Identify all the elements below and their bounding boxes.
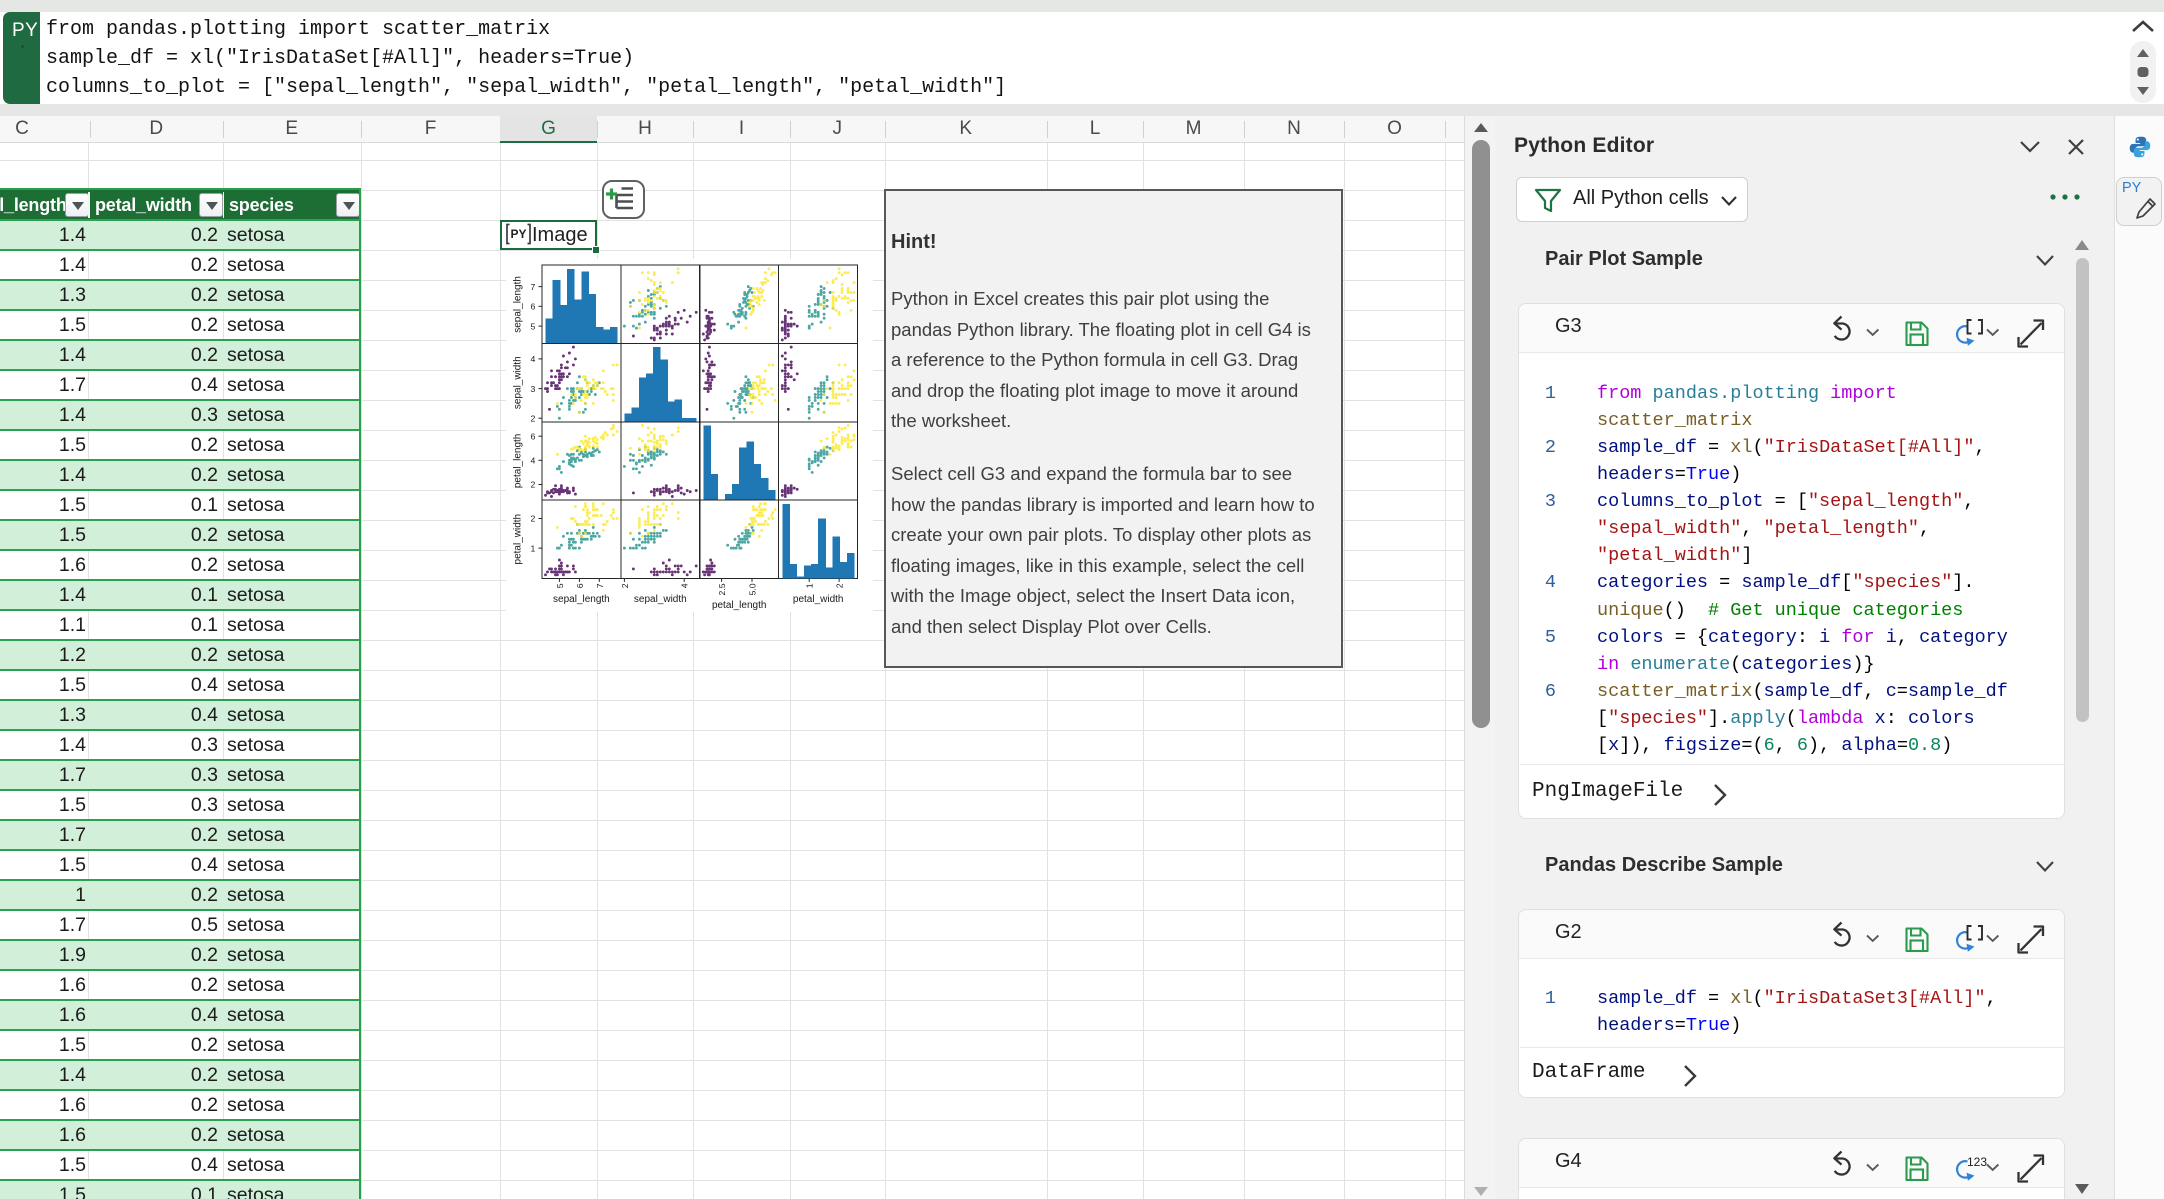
svg-text:123: 123 <box>1967 1155 1987 1169</box>
svg-text:5: 5 <box>555 583 565 588</box>
svg-text:4: 4 <box>680 583 690 588</box>
svg-text:petal_width: petal_width <box>793 594 844 605</box>
svg-text:4: 4 <box>531 354 536 364</box>
svg-text:sepal_width: sepal_width <box>634 594 687 605</box>
svg-text:1: 1 <box>531 543 536 553</box>
svg-text:petal_length: petal_length <box>712 600 767 611</box>
svg-text:2: 2 <box>835 583 845 588</box>
svg-text:2: 2 <box>531 413 536 423</box>
svg-text:7: 7 <box>531 282 536 292</box>
svg-text:3: 3 <box>531 384 536 394</box>
svg-text:7: 7 <box>595 583 605 588</box>
svg-text:PY: PY <box>511 227 527 241</box>
svg-text:6: 6 <box>531 431 536 441</box>
svg-text:sepal_length: sepal_length <box>512 276 523 333</box>
svg-text:2: 2 <box>531 514 536 524</box>
svg-text:4: 4 <box>531 456 536 466</box>
svg-text:6: 6 <box>575 583 585 588</box>
svg-text:petal_width: petal_width <box>512 514 523 565</box>
svg-text:1: 1 <box>805 583 815 588</box>
svg-text:5.0: 5.0 <box>748 583 758 595</box>
svg-text:5: 5 <box>531 321 536 331</box>
svg-text:6: 6 <box>531 302 536 312</box>
svg-text:petal_length: petal_length <box>512 434 523 489</box>
svg-text:2.5: 2.5 <box>717 583 727 595</box>
svg-text:2: 2 <box>620 583 630 588</box>
svg-text:sepal_length: sepal_length <box>553 594 610 605</box>
svg-text:sepal_width: sepal_width <box>512 356 523 409</box>
svg-text:2: 2 <box>531 480 536 490</box>
